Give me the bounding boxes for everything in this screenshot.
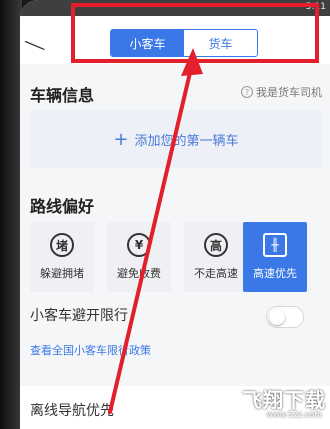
section-gap — [20, 366, 330, 386]
avoid-restriction-label: 小客车避开限行 — [30, 308, 128, 324]
policy-link[interactable]: 查看全国小客车限行政策 — [30, 342, 151, 358]
add-car-label: 添加您的第一辆车 — [134, 133, 239, 149]
avoid-restriction-toggle[interactable] — [266, 306, 304, 328]
route-pref-title: 路线偏好 — [30, 197, 95, 216]
plus-icon: + — [113, 128, 129, 150]
phone-frame: 5:11 ╲ 小客车 货车 车辆信息 ? 我是货车司机 + 添加您的第一辆车 路… — [0, 0, 330, 429]
question-icon: ? — [241, 86, 253, 98]
toggle-knob — [269, 309, 285, 325]
pref-no-highway[interactable]: 高 不走高速 — [184, 222, 248, 292]
yen-icon: ¥ — [127, 233, 151, 257]
highlight-box — [71, 3, 319, 63]
offline-nav-label: 离线导航优先 — [30, 403, 114, 419]
pref-label: 躲避拥堵 — [40, 267, 84, 280]
add-car-button[interactable]: + 添加您的第一辆车 — [30, 110, 322, 168]
vehicle-info-title: 车辆信息 — [30, 86, 95, 105]
truck-driver-label: 我是货车司机 — [256, 86, 322, 99]
pref-label: 高速优先 — [253, 267, 297, 280]
pref-label: 不走高速 — [194, 267, 238, 280]
highway-icon: ╫ — [263, 233, 287, 257]
screen: 5:11 ╲ 小客车 货车 车辆信息 ? 我是货车司机 + 添加您的第一辆车 路… — [20, 0, 330, 429]
no-highway-icon: 高 — [204, 233, 228, 257]
pref-label: 避免收费 — [117, 267, 161, 280]
truck-driver-hint[interactable]: ? 我是货车司机 — [241, 84, 322, 100]
back-icon[interactable]: ╲ — [25, 35, 45, 56]
pref-avoid-congestion[interactable]: 堵 躲避拥堵 — [30, 222, 94, 292]
phone-bezel — [0, 0, 22, 429]
pref-avoid-toll[interactable]: ¥ 避免收费 — [107, 222, 171, 292]
congestion-icon: 堵 — [50, 233, 74, 257]
watermark-url: www.52z.com — [266, 410, 322, 419]
watermark-brand: 飞翔下载 — [242, 388, 326, 412]
pref-highway-first[interactable]: ╫ 高速优先 — [243, 222, 307, 292]
